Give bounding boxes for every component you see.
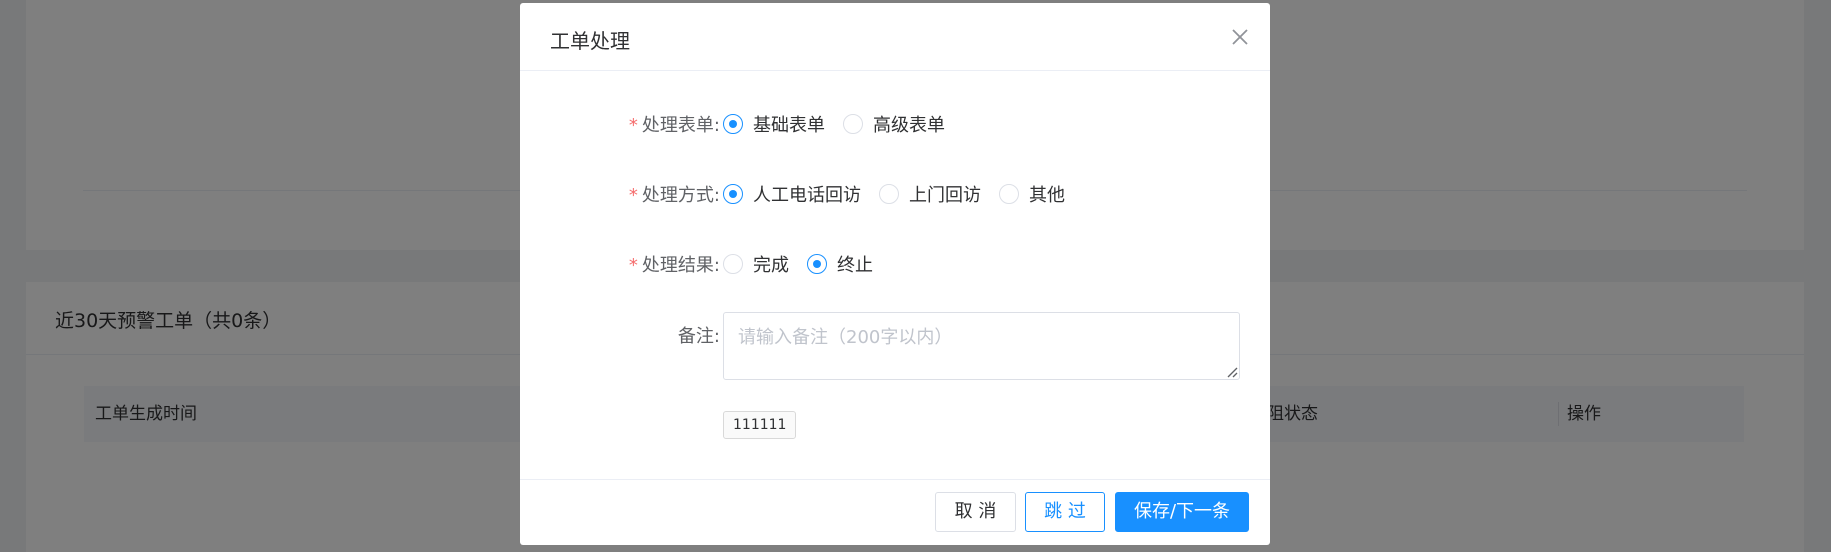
radio-complete[interactable]: 完成 (723, 251, 789, 277)
dialog-header: 工单处理 (520, 3, 1270, 71)
cancel-button[interactable]: 取 消 (935, 492, 1016, 532)
skip-button[interactable]: 跳 过 (1025, 492, 1105, 532)
radio-unchecked-icon (999, 184, 1019, 204)
radio-checked-icon (723, 114, 743, 134)
radio-unchecked-icon (879, 184, 899, 204)
remark-textarea[interactable] (723, 312, 1240, 380)
required-mark: * (628, 185, 638, 206)
radio-checked-icon (807, 254, 827, 274)
form-type-radio-group: 基础表单 高级表单 (723, 111, 963, 137)
required-mark: * (628, 115, 638, 136)
radio-unchecked-icon (843, 114, 863, 134)
remark-label: 备注: (677, 326, 720, 347)
radio-basic-form[interactable]: 基础表单 (723, 111, 825, 137)
close-icon[interactable] (1228, 25, 1252, 49)
dialog-footer: 取 消 跳 过 保存/下一条 (520, 479, 1270, 545)
form-type-label: * 处理表单: (628, 115, 720, 136)
result-radio-group: 完成 终止 (723, 251, 891, 277)
radio-door-visit[interactable]: 上门回访 (879, 181, 981, 207)
form-item-remark: 备注: (520, 312, 1270, 382)
save-next-button[interactable]: 保存/下一条 (1115, 492, 1249, 532)
radio-phone-callback[interactable]: 人工电话回访 (723, 181, 861, 207)
dialog-title: 工单处理 (550, 29, 630, 53)
method-radio-group: 人工电话回访 上门回访 其他 (723, 181, 1083, 207)
radio-checked-icon (723, 184, 743, 204)
work-order-dialog: 工单处理 * 处理表单: 基础表单 高级表单 * 处理方式: 人工电话回访 上门… (520, 3, 1270, 545)
radio-advanced-form[interactable]: 高级表单 (843, 111, 945, 137)
value-tag: 111111 (723, 411, 797, 439)
method-label: * 处理方式: (628, 185, 720, 206)
required-mark: * (628, 255, 638, 276)
radio-other[interactable]: 其他 (999, 181, 1065, 207)
radio-unchecked-icon (723, 254, 743, 274)
radio-terminate[interactable]: 终止 (807, 251, 873, 277)
result-label: * 处理结果: (628, 255, 720, 276)
